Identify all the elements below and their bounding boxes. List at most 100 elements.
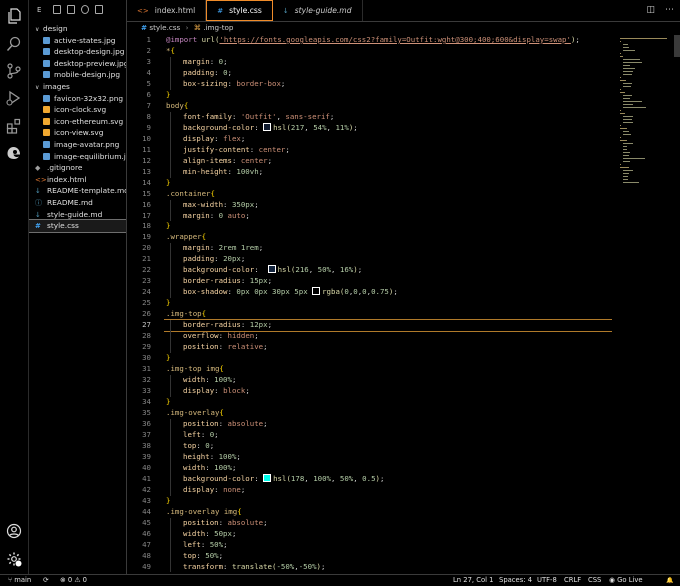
file-item[interactable]: ⓘ README.md bbox=[29, 197, 126, 209]
tab-label: style.css bbox=[229, 6, 262, 15]
code-line: 15 .container{ bbox=[127, 189, 612, 200]
code-line: 22 background-color: hsl(216, 50%, 16%); bbox=[127, 265, 612, 277]
vertical-scrollbar-thumb[interactable] bbox=[674, 35, 680, 57]
color-swatch[interactable] bbox=[267, 265, 276, 274]
file-item[interactable]: icon-view.svg bbox=[29, 127, 126, 139]
code-token: } bbox=[166, 298, 171, 308]
file-item[interactable]: desktop-design.jpg bbox=[29, 46, 126, 58]
branch-indicator[interactable]: ⑂ main bbox=[8, 575, 31, 586]
tab-index-html[interactable]: <> index.html bbox=[127, 0, 207, 21]
line-number: 46 bbox=[142, 528, 151, 538]
code-line: 12 align-items: center; bbox=[127, 155, 612, 167]
code-line: 3 margin: 0; bbox=[127, 56, 612, 68]
code-text: width: 100%; bbox=[183, 463, 236, 474]
tab-style-guide-md[interactable]: ↓ style-guide.md bbox=[273, 0, 363, 21]
file-item[interactable]: image-avatar.png bbox=[29, 139, 126, 151]
account-icon[interactable] bbox=[6, 523, 22, 539]
run-debug-icon[interactable] bbox=[6, 90, 22, 106]
code-token: border-box bbox=[236, 78, 281, 88]
code-token: 0px bbox=[254, 287, 268, 297]
code-token: box-sizing bbox=[183, 78, 228, 88]
code-token: .container bbox=[166, 188, 211, 198]
color-swatch[interactable] bbox=[312, 287, 321, 296]
file-item[interactable]: ◆ .gitignore bbox=[29, 162, 126, 174]
code-token: hsl( bbox=[273, 473, 291, 483]
minimap-line bbox=[623, 62, 642, 63]
code-line: 44 .img-overlay img{ bbox=[127, 507, 612, 518]
file-item[interactable]: favicon-32x32.png bbox=[29, 93, 126, 105]
folder-item[interactable]: ∨ images bbox=[29, 81, 126, 93]
indent-guide bbox=[170, 276, 171, 288]
image-file-icon bbox=[43, 48, 50, 56]
code-line: 48 top: 50%; bbox=[127, 550, 612, 562]
folder-item[interactable]: ∨ design bbox=[29, 23, 126, 35]
sync-icon[interactable]: ⟳ bbox=[43, 575, 49, 586]
minimap-line bbox=[620, 167, 629, 168]
refresh-icon[interactable] bbox=[81, 5, 89, 14]
code-token: : bbox=[254, 473, 264, 483]
code-token: ; bbox=[223, 539, 228, 549]
tab-actions: ◫ ⋯ bbox=[646, 5, 674, 15]
minimap-line bbox=[620, 38, 667, 39]
indent-guide bbox=[170, 254, 171, 266]
color-swatch[interactable] bbox=[263, 122, 272, 131]
source-control-icon[interactable] bbox=[6, 63, 22, 79]
code-text: margin: 2rem 1rem; bbox=[183, 243, 263, 254]
new-folder-icon[interactable] bbox=[67, 5, 75, 14]
collapse-all-icon[interactable] bbox=[95, 5, 103, 14]
extensions-icon[interactable] bbox=[6, 118, 22, 134]
line-number: 6 bbox=[146, 89, 151, 99]
file-item[interactable]: icon-clock.svg bbox=[29, 104, 126, 116]
line-number: 5 bbox=[146, 78, 151, 88]
code-text: left: 50%; bbox=[183, 540, 228, 551]
indent-guide bbox=[170, 265, 171, 277]
code-token: ; bbox=[254, 331, 259, 341]
code-token: .wrapper bbox=[166, 232, 202, 242]
code-line: 46 width: 50px; bbox=[127, 528, 612, 540]
code-token: ; bbox=[263, 342, 268, 352]
indentation[interactable]: Spaces: 4 bbox=[499, 575, 532, 586]
split-editor-icon[interactable]: ◫ bbox=[646, 5, 655, 15]
file-item[interactable]: <>index.html bbox=[29, 174, 126, 186]
notifications-bell-icon[interactable]: 🔔 bbox=[666, 575, 673, 586]
color-swatch[interactable] bbox=[263, 473, 272, 482]
cursor-position[interactable]: Ln 27, Col 1 bbox=[453, 575, 494, 586]
line-ending[interactable]: CRLF bbox=[564, 575, 581, 586]
line-number: 23 bbox=[142, 276, 151, 286]
line-number: 18 bbox=[142, 221, 151, 231]
encoding[interactable]: UTF-8 bbox=[537, 575, 557, 586]
file-item[interactable]: image-equilibrium.jpg bbox=[29, 151, 126, 163]
code-line: 25} bbox=[127, 298, 612, 309]
language-mode[interactable]: CSS bbox=[588, 575, 601, 586]
file-item[interactable]: ↓ README-template.md bbox=[29, 185, 126, 197]
go-live-button[interactable]: ◉ Go Live bbox=[609, 575, 643, 586]
edge-devtools-icon[interactable] bbox=[6, 145, 22, 161]
explorer-icon[interactable] bbox=[6, 8, 22, 24]
code-token: ; bbox=[267, 155, 273, 165]
more-actions-icon[interactable]: ⋯ bbox=[665, 5, 674, 15]
code-token: margin bbox=[183, 56, 210, 66]
code-line: 33 display: block; bbox=[127, 386, 612, 397]
line-number: 47 bbox=[142, 539, 151, 549]
settings-gear-icon[interactable] bbox=[6, 551, 22, 567]
file-item[interactable]: desktop-preview.jpg bbox=[29, 58, 126, 70]
breadcrumb-symbol[interactable]: .img-top bbox=[203, 23, 233, 32]
code-editor[interactable]: 1 @import url('https://fonts.googleapis.c… bbox=[127, 35, 612, 574]
breadcrumb-file[interactable]: style.css bbox=[149, 23, 180, 32]
line-number: 14 bbox=[142, 177, 151, 187]
file-item[interactable]: ↓ style-guide.md bbox=[29, 209, 126, 221]
line-number: 31 bbox=[142, 364, 151, 374]
file-item[interactable]: mobile-design.jpg bbox=[29, 69, 126, 81]
minimap[interactable] bbox=[612, 35, 680, 574]
file-item[interactable]: # style.css bbox=[29, 219, 126, 233]
code-text: transform: translate(-50%,-50%); bbox=[183, 562, 325, 573]
search-icon[interactable] bbox=[6, 36, 22, 52]
file-item[interactable]: icon-ethereum.svg bbox=[29, 116, 126, 128]
file-item[interactable]: active-states.jpg bbox=[29, 35, 126, 47]
new-file-icon[interactable] bbox=[53, 5, 61, 14]
code-text: box-shadow: 0px 0px 30px 5px rgba(0,0,0,… bbox=[183, 287, 398, 298]
tab-style-css[interactable]: # style.css bbox=[206, 0, 273, 21]
code-token: ; bbox=[263, 517, 268, 527]
problems-indicator[interactable]: ⊗ 0 ⚠ 0 bbox=[60, 575, 87, 586]
code-token: transform bbox=[183, 561, 224, 571]
